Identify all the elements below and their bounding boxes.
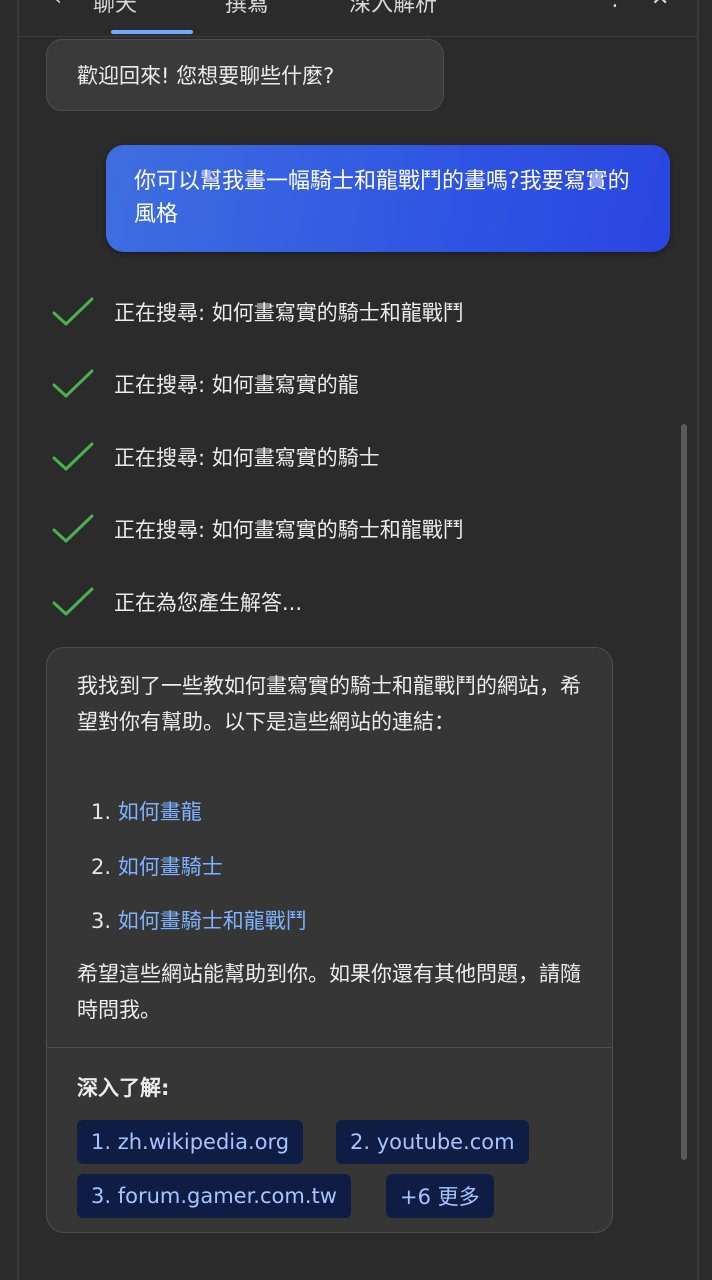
learn-more-label: 深入了解:: [77, 1076, 170, 1100]
generating-step: 正在為您產生解答...: [52, 582, 302, 622]
list-item: 1. 如何畫龍: [91, 796, 202, 826]
more-sources-chip[interactable]: +6 更多: [386, 1174, 494, 1218]
welcome-text: 歡迎回來! 您想要聊些什麼?: [77, 64, 335, 88]
chat-panel: ‹ 聊天 撰寫 深入解析 ⋮ ✕ 歡迎回來! 您想要聊些什麼? 你可以幫我畫一幅…: [0, 0, 712, 1280]
list-number: 3.: [91, 909, 112, 933]
welcome-message: 歡迎回來! 您想要聊些什麼?: [46, 39, 444, 111]
search-step-text: 正在搜尋: 如何畫寫實的騎士和龍戰鬥: [114, 518, 464, 542]
tab-compose[interactable]: 撰寫: [225, 0, 269, 18]
source-chip[interactable]: 1. zh.wikipedia.org: [77, 1120, 304, 1164]
search-step: 正在搜尋: 如何畫寫實的騎士和龍戰鬥: [52, 292, 464, 332]
list-item: 3. 如何畫騎士和龍戰鬥: [91, 905, 307, 935]
answer-link[interactable]: 如何畫騎士和龍戰鬥: [118, 909, 307, 933]
search-step: 正在搜尋: 如何畫寫實的龍: [52, 364, 359, 404]
source-chip[interactable]: 3. forum.gamer.com.tw: [77, 1174, 351, 1218]
checkmark-icon: [52, 514, 94, 543]
active-tab-indicator: [111, 30, 193, 34]
answer-link[interactable]: 如何畫龍: [118, 800, 202, 824]
answer-intro: 我找到了一些教如何畫寫實的騎士和龍戰鬥的網站，希望對你有幫助。以下是這些網站的連…: [77, 674, 581, 734]
checkmark-icon: [52, 297, 94, 326]
search-step-text: 正在搜尋: 如何畫寫實的騎士: [114, 446, 380, 470]
panel-edge-right: [697, 0, 699, 1280]
back-icon[interactable]: ‹: [53, 0, 62, 11]
search-step: 正在搜尋: 如何畫寫實的騎士和龍戰鬥: [52, 509, 464, 549]
checkmark-icon: [52, 442, 94, 471]
tab-chat[interactable]: 聊天: [93, 0, 137, 18]
tab-insights[interactable]: 深入解析: [349, 0, 437, 18]
answer-divider: [47, 1047, 612, 1048]
search-step-text: 正在搜尋: 如何畫寫實的騎士和龍戰鬥: [114, 301, 464, 325]
list-number: 1.: [91, 800, 112, 824]
more-options-icon[interactable]: ⋮: [604, 0, 626, 11]
list-number: 2.: [91, 855, 112, 879]
checkmark-icon: [52, 587, 94, 616]
answer-outro: 希望這些網站能幫助到你。如果你還有其他問題，請隨時問我。: [77, 962, 581, 1022]
scrollbar[interactable]: [681, 424, 687, 1160]
close-icon[interactable]: ✕: [651, 0, 669, 11]
user-message-text: 你可以幫我畫一幅騎士和龍戰鬥的畫嗎?我要寫實的風格: [134, 169, 630, 227]
source-chip[interactable]: 2. youtube.com: [336, 1120, 529, 1164]
header-bar: ‹ 聊天 撰寫 深入解析 ⋮ ✕: [19, 0, 697, 37]
search-step: 正在搜尋: 如何畫寫實的騎士: [52, 437, 380, 477]
list-item: 2. 如何畫騎士: [91, 851, 223, 881]
checkmark-icon: [52, 369, 94, 398]
search-step-text: 正在搜尋: 如何畫寫實的龍: [114, 373, 359, 397]
user-message: 你可以幫我畫一幅騎士和龍戰鬥的畫嗎?我要寫實的風格: [106, 145, 670, 252]
answer-link[interactable]: 如何畫騎士: [118, 855, 223, 879]
answer-card: 我找到了一些教如何畫寫實的騎士和龍戰鬥的網站，希望對你有幫助。以下是這些網站的連…: [46, 647, 613, 1233]
generating-step-text: 正在為您產生解答...: [114, 591, 303, 615]
panel-edge-left: [17, 0, 19, 1280]
